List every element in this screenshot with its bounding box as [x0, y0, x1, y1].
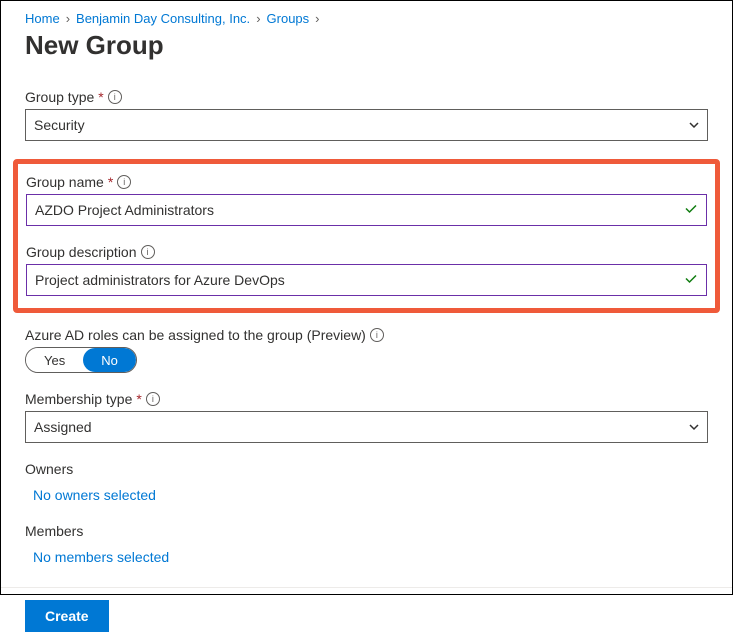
info-icon[interactable]: i [370, 328, 384, 342]
breadcrumb-org[interactable]: Benjamin Day Consulting, Inc. [76, 11, 250, 26]
chevron-right-icon: › [315, 11, 319, 26]
members-label: Members [25, 523, 708, 539]
field-group-description: Group description i [26, 244, 707, 296]
breadcrumb-groups[interactable]: Groups [267, 11, 310, 26]
info-icon[interactable]: i [117, 175, 131, 189]
group-name-input[interactable] [26, 194, 707, 226]
group-description-input[interactable] [26, 264, 707, 296]
check-icon [683, 271, 699, 290]
aad-roles-toggle[interactable]: Yes No [25, 347, 137, 373]
membership-type-select[interactable]: Assigned [25, 411, 708, 443]
toggle-yes[interactable]: Yes [26, 348, 83, 372]
required-icon: * [98, 89, 103, 105]
toggle-no[interactable]: No [83, 348, 136, 372]
check-icon [683, 201, 699, 220]
page-title: New Group [25, 30, 708, 61]
field-membership-type: Membership type * i Assigned [25, 391, 708, 443]
members-selected-link[interactable]: No members selected [25, 545, 708, 569]
chevron-right-icon: › [66, 11, 70, 26]
required-icon: * [136, 391, 141, 407]
label-group-name: Group name [26, 174, 104, 190]
chevron-right-icon: › [256, 11, 260, 26]
label-group-description: Group description [26, 244, 137, 260]
highlight-box: Group name * i Group description i [13, 159, 720, 313]
info-icon[interactable]: i [141, 245, 155, 259]
field-aad-roles: Azure AD roles can be assigned to the gr… [25, 327, 708, 373]
required-icon: * [108, 174, 113, 190]
breadcrumb-home[interactable]: Home [25, 11, 60, 26]
info-icon[interactable]: i [108, 90, 122, 104]
label-group-type: Group type [25, 89, 94, 105]
breadcrumb: Home › Benjamin Day Consulting, Inc. › G… [25, 11, 708, 26]
group-type-select[interactable]: Security [25, 109, 708, 141]
info-icon[interactable]: i [146, 392, 160, 406]
field-group-name: Group name * i [26, 174, 707, 226]
field-group-type: Group type * i Security [25, 89, 708, 141]
label-membership-type: Membership type [25, 391, 132, 407]
label-aad-roles: Azure AD roles can be assigned to the gr… [25, 327, 366, 343]
divider [1, 587, 732, 588]
owners-label: Owners [25, 461, 708, 477]
create-button[interactable]: Create [25, 600, 109, 632]
owners-selected-link[interactable]: No owners selected [25, 483, 708, 507]
